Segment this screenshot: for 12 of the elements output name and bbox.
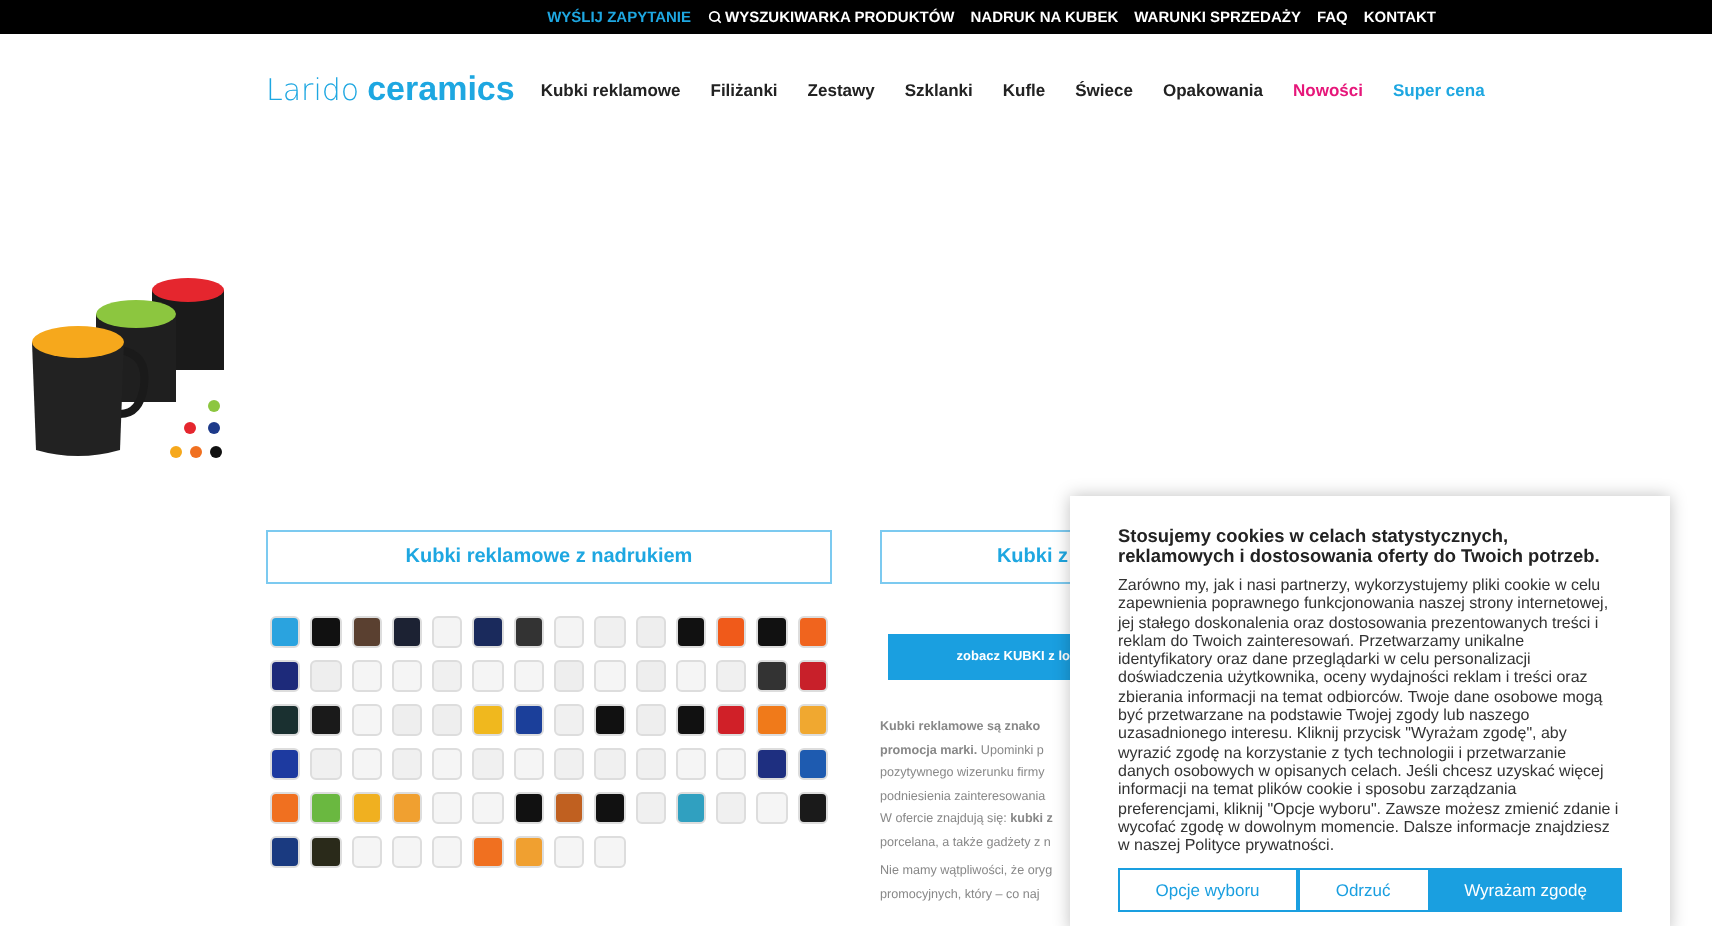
nav-link[interactable]: Opakowania — [1162, 77, 1264, 103]
nav-link[interactable]: Nowości — [1293, 77, 1363, 103]
nav-link[interactable]: Kubki reklamowe — [540, 77, 681, 103]
nav-link[interactable]: Zestawy — [807, 77, 875, 103]
nav-link[interactable]: Szklanki — [904, 77, 973, 103]
nav-link[interactable]: Świece — [1075, 77, 1133, 103]
search-icon — [707, 10, 722, 24]
nav-link[interactable]: Kufle — [1002, 77, 1046, 103]
section-heading: Kubki reklamowe z nadrukiem — [266, 530, 832, 584]
cookie-title: Stosujemy cookies w celach statystycznych, reklamowych i dostosowania oferty do Twoich potrzeb. — [1118, 528, 1602, 566]
nav-link[interactable]: Filiżanki — [710, 77, 778, 103]
cookie-text: Zarówno my, jak i nasi partnerzy, wykorzystujemy pliki cookie w celu zapewnienia poprawnego funkcjonowania naszej strony internetowej, jej stałego doskonalenia oraz dostosowania prezentowanych treści i reklam do Twoich zainteresowań. Przetwarzamy unikalne identyfikatory oraz dane przeglądarki w celu personalizacji doświadczenia użytkownika, oceny wydajności reklam i treści oraz zbierania informacji na temat odbiorców. Twoje dane osobowe mogą być przetwarzane na podstawie Twojej zgody lub naszego uzasadnionego interesu. Kliknij przycisk "Wyrażam zgodę", aby wyrazić zgodę na korzystanie z tych technologii i przetwarzanie danych osobowych w opisanych celach. Jeśli chcesz uzyskać więcej informacji na temat plików cookie i sposobu zarządzania preferencjami, kliknij "Opcje wyboru". Zawsze możesz zmienić zdanie i wycofać zgodę w dowolnym momencie. Dalsze informacje znajdziesz w naszej Polityce prywatności. — [1118, 576, 1621, 855]
